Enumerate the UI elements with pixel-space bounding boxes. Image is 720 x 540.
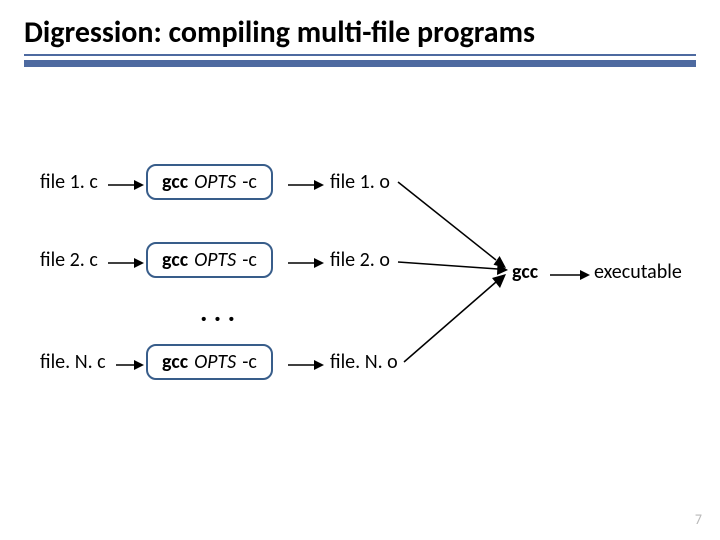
ellipsis: . . . <box>200 294 235 329</box>
gcc-label: gcc <box>162 250 188 270</box>
compile-box-n: gcc OPTS -c <box>146 344 273 380</box>
arrow-link-to-exe <box>550 270 590 280</box>
source-file-2: file 2. c <box>40 248 98 272</box>
arrow-ccn-to-objn <box>288 360 324 370</box>
object-file-n: file. N. o <box>330 350 398 374</box>
dashc-label: -c <box>242 352 257 372</box>
arrow-srcn-to-ccn <box>116 360 144 370</box>
arrow-objn-to-link <box>404 274 510 366</box>
arrow-src2-to-cc2 <box>108 258 144 268</box>
linker-gcc: gcc <box>512 260 538 284</box>
page-number: 7 <box>695 511 702 528</box>
gcc-label: gcc <box>162 352 188 372</box>
opts-label: OPTS <box>194 172 236 192</box>
object-file-1: file 1. o <box>330 170 390 194</box>
title-underline <box>24 54 696 72</box>
source-file-n: file. N. c <box>40 350 106 374</box>
dashc-label: -c <box>242 250 257 270</box>
compile-box-2: gcc OPTS -c <box>146 242 273 278</box>
object-file-2: file 2. o <box>330 248 390 272</box>
page-title: Digression: compiling multi-file program… <box>24 14 535 51</box>
executable: executable <box>594 260 682 284</box>
gcc-label: gcc <box>162 172 188 192</box>
opts-label: OPTS <box>194 352 236 372</box>
dashc-label: -c <box>242 172 257 192</box>
arrow-cc2-to-obj2 <box>288 258 324 268</box>
opts-label: OPTS <box>194 250 236 270</box>
arrow-cc1-to-obj1 <box>288 180 324 190</box>
source-file-1: file 1. c <box>40 170 98 194</box>
compile-box-1: gcc OPTS -c <box>146 164 273 200</box>
arrow-src1-to-cc1 <box>108 180 144 190</box>
